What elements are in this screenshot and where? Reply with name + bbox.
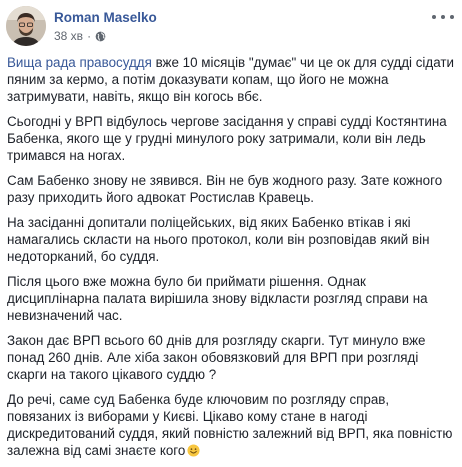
paragraph-text: До речі, саме суд Бабенка буде ключовим … <box>7 392 453 458</box>
mention-link[interactable]: Вища рада правосуддя <box>7 55 152 70</box>
more-dot <box>441 15 445 19</box>
post-paragraph: Сам Бабенко знову не зявився. Він не був… <box>7 173 443 205</box>
globe-icon[interactable] <box>95 31 106 42</box>
author-name[interactable]: Roman Maselko <box>54 10 157 25</box>
post-paragraph: Сьогодні у ВРП відбулось чергове засідан… <box>7 114 447 163</box>
post-header: Roman Maselko 38 хв · <box>6 6 454 46</box>
post-paragraph: До речі, саме суд Бабенка буде ключовим … <box>7 391 455 459</box>
facebook-post: Roman Maselko 38 хв · Вища рада правосуд… <box>0 0 462 458</box>
post-body: Вища рада правосуддя вже 10 місяців "дум… <box>7 54 455 467</box>
post-meta: 38 хв · <box>54 29 106 43</box>
author-avatar[interactable] <box>6 6 46 46</box>
meta-separator: · <box>87 29 92 43</box>
post-paragraph: Після цього вже можна було би приймати р… <box>7 274 428 323</box>
post-timestamp[interactable]: 38 хв <box>54 29 83 43</box>
avatar-photo-icon <box>6 6 46 46</box>
post-paragraph: Вища рада правосуддя вже 10 місяців "дум… <box>7 54 455 105</box>
more-dot <box>432 15 436 19</box>
post-paragraph: На засіданні допитали поліцейських, від … <box>7 215 430 264</box>
post-paragraph: Закон дає ВРП всього 60 днів для розгляд… <box>7 333 426 382</box>
more-options-button[interactable] <box>432 10 454 24</box>
more-dot <box>450 15 454 19</box>
smile-emoji-icon <box>187 444 200 457</box>
